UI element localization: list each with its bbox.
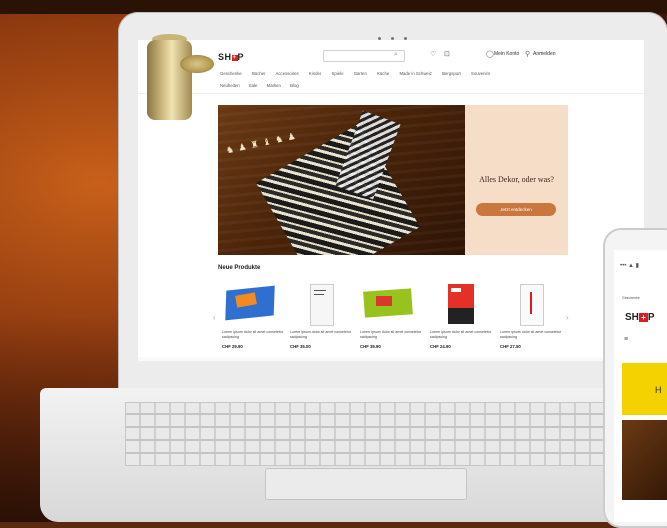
section-title: Neue Produkte [218,265,261,271]
phone-hero-image[interactable] [622,420,667,500]
product-image-puzzle[interactable] [222,282,284,326]
laptop-trackpad [265,468,467,500]
product-card[interactable]: Lorem ipsum dolor sit amet consetetur sa… [290,282,352,349]
heart-icon[interactable]: ♡ [430,50,436,58]
product-image-game[interactable] [360,282,422,326]
product-name[interactable]: Lorem ipsum dolor sit amet consetetur sa… [430,330,492,339]
login-link[interactable]: Anmelden [533,51,556,57]
decorative-tin [147,40,192,120]
search-icon[interactable]: ⌕ [394,51,398,59]
phone-logo[interactable]: SH + P [625,312,655,323]
product-price: CHF 29.90 [222,344,243,349]
product-card[interactable]: Lorem ipsum dolor sit amet consetetur sa… [500,282,562,349]
account-link[interactable]: Mein Konto [494,51,519,57]
product-name[interactable]: Lorem ipsum dolor sit amet consetetur sa… [290,330,352,339]
decorative-bowl [180,55,214,73]
nav-item[interactable]: Marken [267,83,281,88]
product-card[interactable]: Lorem ipsum dolor sit amet consetetur sa… [430,282,492,349]
product-card[interactable]: Lorem ipsum dolor sit amet consetetur sa… [222,282,284,349]
hamburger-menu-icon[interactable]: ≡ [624,336,628,343]
nav-item[interactable]: Bergsport [442,71,461,76]
nav-item[interactable]: Souvenirs [471,71,490,76]
nav-item[interactable]: Bücher [252,71,266,76]
nav-item[interactable]: Geschenke [220,71,242,76]
phone-promo-text: H [655,385,662,395]
nav-item[interactable]: Spiele [332,71,344,76]
product-price: CHF 24.90 [430,344,451,349]
keyboard-rows [125,402,625,464]
main-nav: Geschenke Bücher Accessoires Kinder Spie… [220,71,560,76]
hero-headline: Alles Dekor, oder was? [479,175,554,184]
site-logo[interactable]: SH+P [218,52,244,62]
product-name[interactable]: Lorem ipsum dolor sit amet consetetur sa… [222,330,284,339]
hero-cta-button[interactable]: Jetzt entdecken [476,203,556,216]
search-input[interactable] [323,50,405,62]
user-icon[interactable]: ◯ [486,50,494,58]
header-divider [138,93,644,94]
product-image-booklet[interactable] [500,282,562,326]
nav-item[interactable]: Garten [354,71,367,76]
nav-item[interactable]: Küche [377,71,389,76]
product-image-book[interactable] [290,282,352,326]
nav-item[interactable]: Kinder [309,71,321,76]
cart-icon[interactable]: ⊡ [444,50,450,58]
nav-item[interactable]: Made in Schweiz [399,71,431,76]
product-name[interactable]: Lorem ipsum dolor sit amet consetetur sa… [360,330,422,339]
nav-item[interactable]: Accessoires [276,71,299,76]
phone-status-bar: ••• ▲ ▮ [620,263,639,269]
product-card[interactable]: Lorem ipsum dolor sit amet consetetur sa… [360,282,422,349]
product-price: CHF 39.90 [360,344,381,349]
product-price: CHF 27.50 [500,344,521,349]
product-image-box[interactable] [430,282,492,326]
carousel-next-arrow[interactable]: › [566,313,569,322]
login-icon[interactable]: ⚲ [525,50,530,58]
hero-image[interactable]: ♞ ♟ ♜ ♝ ♞ ♟ [218,105,465,255]
nav-item[interactable]: Sale [249,83,258,88]
nav-item[interactable]: Neuheiten [220,83,240,88]
nav-item[interactable]: Blog [290,83,299,88]
carousel-prev-arrow[interactable]: ‹ [213,313,216,322]
product-name[interactable]: Lorem ipsum dolor sit amet consetetur sa… [500,330,562,339]
screen-bottom-edge [138,357,644,361]
product-price: CHF 35.00 [290,344,311,349]
secondary-nav: Neuheiten Sale Marken Blog [220,83,307,88]
phone-top-link[interactable]: Geschenke [622,296,640,300]
